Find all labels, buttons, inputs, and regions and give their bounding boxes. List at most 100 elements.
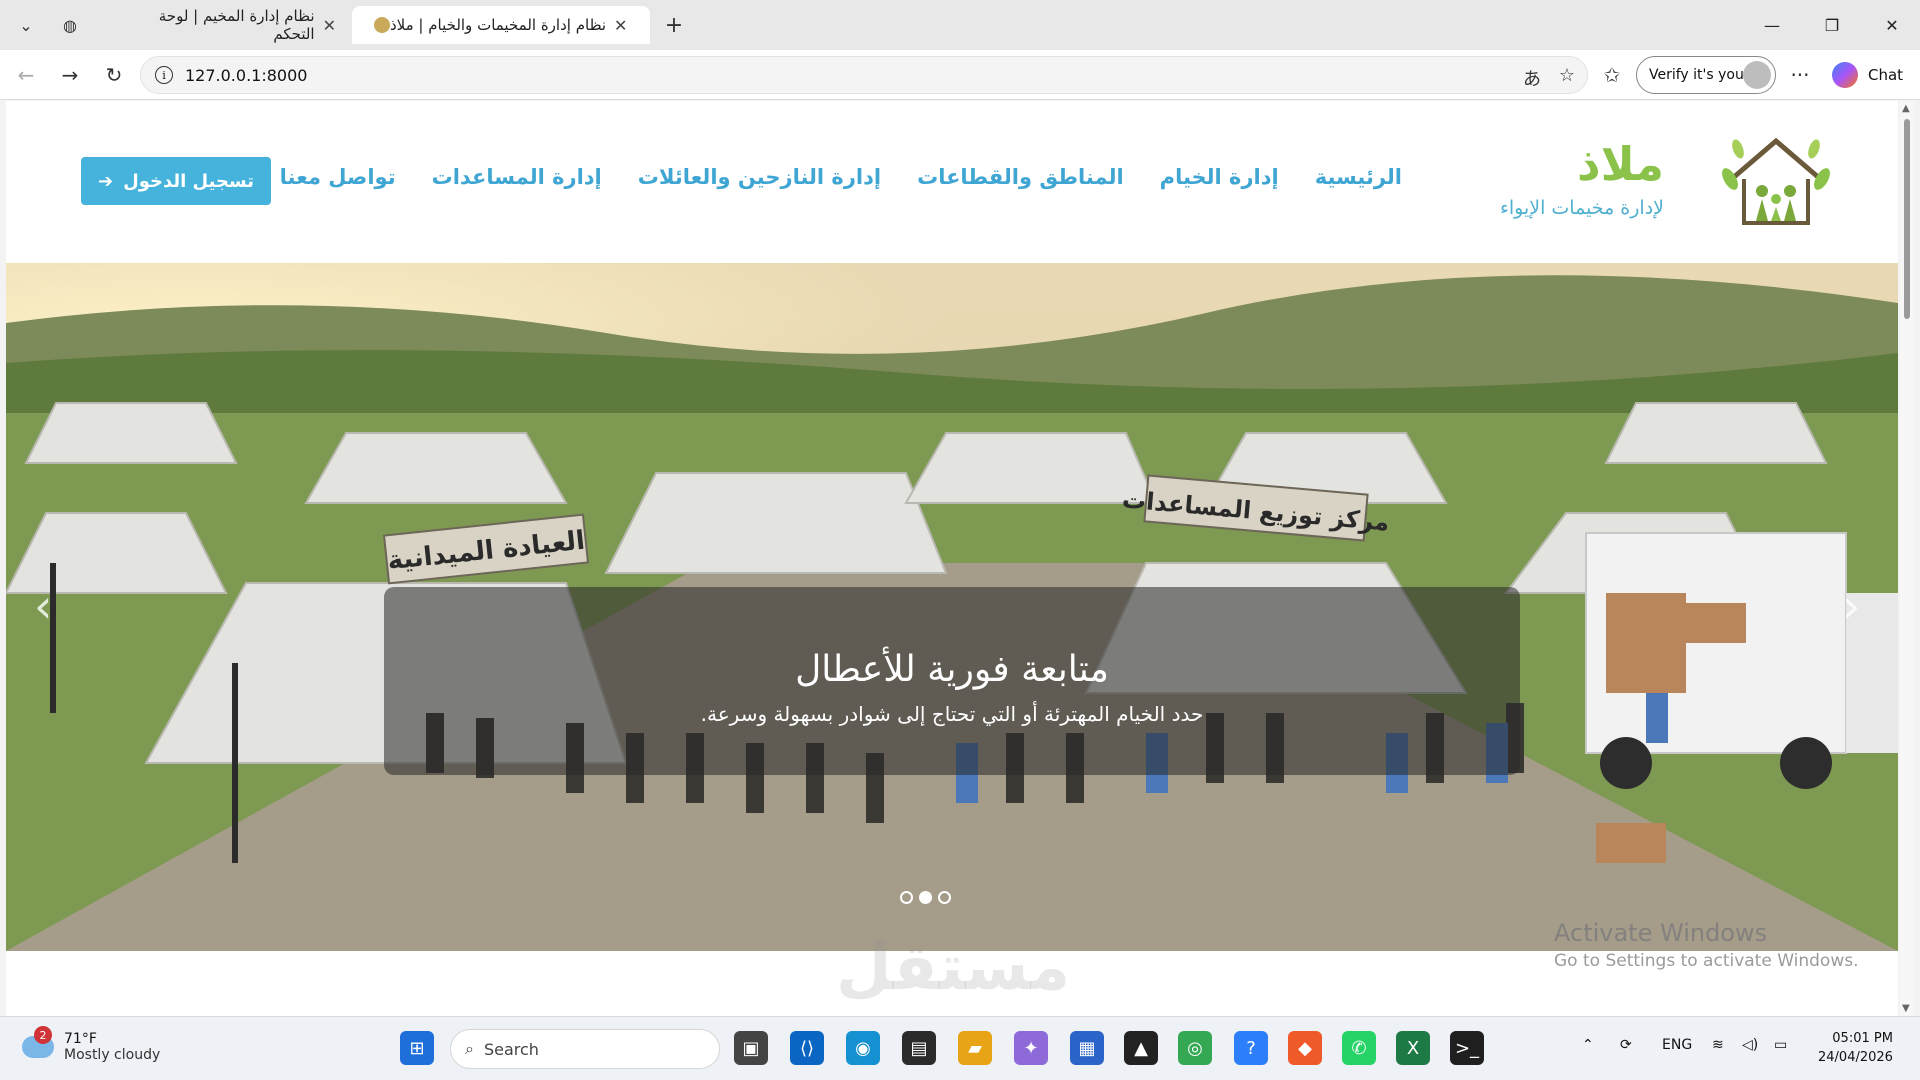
clock-date: 24/04/2026 xyxy=(1818,1050,1893,1065)
chrome-button[interactable]: ◎ xyxy=(1178,1031,1212,1065)
arrow-right-icon: → xyxy=(61,63,79,87)
excel-icon: X xyxy=(1406,1037,1420,1059)
refresh-button[interactable]: ↻ xyxy=(98,60,130,90)
site-logo[interactable] xyxy=(1720,119,1832,245)
clock-time: 05:01 PM xyxy=(1832,1031,1893,1046)
file-explorer-button[interactable]: ▰ xyxy=(958,1031,992,1065)
weather-desc: Mostly cloudy xyxy=(64,1047,161,1063)
help-icon: ? xyxy=(1246,1037,1256,1059)
taskbar-search[interactable]: ⌕ Search xyxy=(450,1029,720,1069)
edge-icon: ◉ xyxy=(855,1037,871,1059)
copilot-icon xyxy=(1832,62,1858,88)
carousel-prev-button[interactable]: ‹ xyxy=(34,579,52,633)
star-icon[interactable]: ☆ xyxy=(1559,65,1575,86)
login-button[interactable]: تسجيل الدخول ➔ xyxy=(81,157,271,205)
nav-zones[interactable]: المناطق والقطاعات xyxy=(917,165,1124,189)
vscode-button[interactable]: ⟨⟩ xyxy=(790,1031,824,1065)
arrow-left-icon: ← xyxy=(17,63,35,87)
chevron-up-icon[interactable]: ⌃ xyxy=(1582,1037,1594,1053)
page-viewport: ملاذ لإدارة مخيمات الإيواء الرئيسية إدار… xyxy=(6,101,1898,1016)
close-window-button[interactable]: ✕ xyxy=(1872,8,1912,42)
carousel-dot[interactable] xyxy=(900,891,913,904)
whatsapp-icon: ✆ xyxy=(1351,1037,1367,1059)
forward-button[interactable]: → xyxy=(54,60,86,90)
login-label: تسجيل الدخول xyxy=(123,170,255,192)
scroll-thumb[interactable] xyxy=(1904,119,1910,319)
clock[interactable]: 05:01 PM 24/04/2026 xyxy=(1818,1029,1893,1067)
tab-malath[interactable]: نظام إدارة المخيمات والخيام | ملاذ ✕ xyxy=(352,6,650,44)
battery-icon[interactable]: ▭ xyxy=(1774,1037,1787,1053)
carousel-dot-active[interactable] xyxy=(919,891,932,904)
start-button[interactable]: ⊞ xyxy=(400,1031,434,1065)
favorites-icon: ✩ xyxy=(1603,63,1621,87)
sign-in-icon: ➔ xyxy=(97,170,114,192)
chevron-left-icon: ‹ xyxy=(34,579,53,633)
media-icon: ▤ xyxy=(910,1037,928,1059)
folder-icon: ▰ xyxy=(968,1037,982,1059)
search-placeholder: Search xyxy=(483,1039,539,1059)
task-view-button[interactable]: ▣ xyxy=(734,1031,768,1065)
close-icon[interactable]: ✕ xyxy=(614,16,627,35)
slide-title: متابعة فورية للأعطال xyxy=(795,649,1109,690)
refresh-icon: ↻ xyxy=(105,63,123,87)
profile-button[interactable]: Verify it's you xyxy=(1636,56,1776,94)
scroll-down-icon[interactable]: ▼ xyxy=(1902,1003,1910,1014)
weather-widget[interactable]: 2 71°F Mostly cloudy xyxy=(22,1026,161,1063)
site-info-icon[interactable]: i xyxy=(155,66,173,84)
more-menu-button[interactable]: ··· xyxy=(1784,60,1816,90)
nav-families[interactable]: إدارة النازحين والعائلات xyxy=(638,165,881,189)
media-button[interactable]: ▤ xyxy=(902,1031,936,1065)
tab-strip: ⌄ ◍ نظام إدارة المخيم | لوحة التحكم ✕ نظ… xyxy=(0,0,1920,50)
excel-button[interactable]: X xyxy=(1396,1031,1430,1065)
maximize-button[interactable]: ❐ xyxy=(1812,8,1852,42)
page-scrollbar[interactable]: ▲ ▼ xyxy=(1900,101,1914,1016)
android-studio-button[interactable]: ▲ xyxy=(1124,1031,1158,1065)
wifi-icon[interactable]: ≋ xyxy=(1712,1037,1724,1053)
brand-title: ملاذ xyxy=(1576,137,1664,191)
nav-aid[interactable]: إدارة المساعدات xyxy=(432,165,602,189)
language-indicator[interactable]: ENG xyxy=(1662,1037,1692,1053)
nav-tents[interactable]: إدارة الخيام xyxy=(1160,165,1279,189)
carousel-dot[interactable] xyxy=(938,891,951,904)
copilot-taskbar-button[interactable]: ✦ xyxy=(1014,1031,1048,1065)
brand[interactable]: ملاذ لإدارة مخيمات الإيواء xyxy=(1500,141,1664,219)
nav-home[interactable]: الرئيسية xyxy=(1315,165,1402,189)
chevron-down-icon: ⌄ xyxy=(19,15,33,35)
tab-list-button[interactable]: ⌄ xyxy=(8,8,44,42)
sync-icon[interactable]: ⟳ xyxy=(1620,1037,1632,1053)
favorites-button[interactable]: ✩ xyxy=(1596,60,1628,90)
android-studio-icon: ▲ xyxy=(1134,1037,1148,1059)
close-icon[interactable]: ✕ xyxy=(323,16,336,35)
translate-icon[interactable]: あ xyxy=(1523,65,1541,91)
back-button[interactable]: ← xyxy=(10,60,42,90)
tab-dashboard[interactable]: نظام إدارة المخيم | لوحة التحكم ✕ xyxy=(110,6,350,44)
carousel-next-button[interactable]: › xyxy=(1842,579,1860,633)
tab-title: نظام إدارة المخيم | لوحة التحكم xyxy=(158,7,315,43)
address-bar[interactable]: i 127.0.0.1:8000 あ ☆ xyxy=(140,56,1588,94)
chat-label: Chat xyxy=(1868,66,1904,84)
activate-windows-watermark: Activate Windows Go to Settings to activ… xyxy=(1554,919,1859,971)
terminal-button[interactable]: >_ xyxy=(1450,1031,1484,1065)
git-button[interactable]: ◆ xyxy=(1288,1031,1322,1065)
slide-subtitle: حدد الخيام المهترئة أو التي تحتاج إلى شو… xyxy=(700,702,1204,726)
nav-contact[interactable]: تواصل معنا xyxy=(280,165,396,189)
store-icon: ▦ xyxy=(1078,1037,1096,1059)
slide-caption: متابعة فورية للأعطال حدد الخيام المهترئة… xyxy=(384,587,1520,775)
mostaql-watermark: مستقل xyxy=(836,931,1071,1005)
store-button[interactable]: ▦ xyxy=(1070,1031,1104,1065)
cloud-icon: 2 xyxy=(22,1026,54,1058)
scroll-up-icon[interactable]: ▲ xyxy=(1902,103,1910,114)
avatar xyxy=(1743,61,1771,89)
site-header: ملاذ لإدارة مخيمات الإيواء الرئيسية إدار… xyxy=(6,101,1898,263)
copilot-chat-button[interactable]: Chat xyxy=(1832,56,1903,94)
new-tab-button[interactable]: + xyxy=(656,8,692,42)
notification-badge: 2 xyxy=(34,1026,52,1044)
help-button[interactable]: ? xyxy=(1234,1031,1268,1065)
workspaces-button[interactable]: ◍ xyxy=(52,8,88,42)
edge-button[interactable]: ◉ xyxy=(846,1031,880,1065)
url-text: 127.0.0.1:8000 xyxy=(185,65,308,85)
activate-subtitle: Go to Settings to activate Windows. xyxy=(1554,951,1859,971)
minimize-button[interactable]: — xyxy=(1752,8,1792,42)
whatsapp-button[interactable]: ✆ xyxy=(1342,1031,1376,1065)
volume-icon[interactable]: ◁) xyxy=(1742,1037,1758,1053)
